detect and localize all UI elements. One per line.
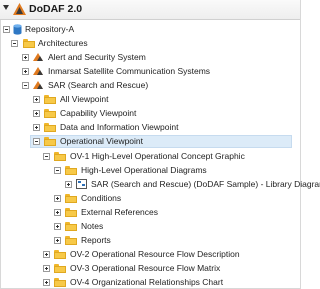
folder-icon [65, 208, 77, 217]
tree-node-inmarsat[interactable]: Inmarsat Satellite Communication Systems [0, 65, 300, 78]
folder-icon [65, 166, 77, 175]
tree-node-label: Operational Viewpoint [60, 136, 144, 146]
tree-node-label: OV-4 Organizational Relationships Chart [70, 277, 224, 287]
collapse-toggle-icon[interactable] [22, 82, 29, 89]
tree-node-label: Data and Information Viewpoint [60, 122, 179, 132]
folder-icon [54, 278, 66, 287]
collapse-arrow-icon[interactable] [3, 5, 9, 10]
expand-toggle-icon[interactable] [22, 68, 29, 75]
tree-node-label: OV-1 High-Level Operational Concept Grap… [70, 151, 245, 161]
tree-node-sar[interactable]: SAR (Search and Rescue) [0, 79, 300, 92]
folder-icon [44, 137, 56, 146]
tree-node-data-information-viewpoint[interactable]: Data and Information Viewpoint [0, 121, 300, 134]
tree-node-all-viewpoint[interactable]: All Viewpoint [0, 93, 300, 106]
folder-icon [54, 250, 66, 259]
folder-icon [44, 109, 56, 118]
panel-title: DoDAF 2.0 [29, 3, 83, 15]
tree-node-ov3[interactable]: OV-3 Operational Resource Flow Matrix [0, 262, 300, 275]
folder-icon [65, 236, 77, 245]
diagram-icon [76, 179, 87, 189]
tree-node-label: Notes [81, 221, 104, 231]
architecture-icon [33, 67, 43, 75]
tree-node-external-references[interactable]: External References [0, 206, 300, 219]
expand-toggle-icon[interactable] [54, 209, 61, 216]
panel-header[interactable]: DoDAF 2.0 [0, 0, 300, 20]
folder-icon [44, 95, 56, 104]
expand-toggle-icon[interactable] [22, 54, 29, 61]
tree-node-reports[interactable]: Reports [0, 234, 300, 247]
tree-node-label: High-Level Operational Diagrams [81, 165, 207, 175]
folder-icon [23, 39, 35, 48]
tree-node-label: SAR (Search and Rescue) [48, 80, 149, 90]
folder-icon [54, 152, 66, 161]
tree-node-high-level-operational-diagrams[interactable]: High-Level Operational Diagrams [0, 164, 300, 177]
tree-node-architectures[interactable]: Architectures [0, 37, 300, 50]
folder-icon [65, 222, 77, 231]
tree-node-ov2[interactable]: OV-2 Operational Resource Flow Descripti… [0, 248, 300, 261]
dodaf-logo-icon [13, 3, 26, 15]
expand-toggle-icon[interactable] [33, 124, 40, 131]
architecture-icon [33, 81, 43, 89]
tree-node-label: Reports [81, 235, 111, 245]
tree-node-label: OV-3 Operational Resource Flow Matrix [70, 263, 221, 273]
expand-toggle-icon[interactable] [43, 251, 50, 258]
database-icon [13, 24, 22, 35]
collapse-toggle-icon[interactable] [3, 26, 10, 33]
expand-toggle-icon[interactable] [54, 195, 61, 202]
tree-node-label: OV-2 Operational Resource Flow Descripti… [70, 249, 240, 259]
expand-toggle-icon[interactable] [65, 181, 72, 188]
collapse-toggle-icon[interactable] [43, 153, 50, 160]
tree-node-sar-library-diagram[interactable]: SAR (Search and Rescue) (DoDAF Sample) -… [0, 178, 320, 191]
tree-node-label: Architectures [38, 38, 88, 48]
expand-toggle-icon[interactable] [54, 223, 61, 230]
expand-toggle-icon[interactable] [33, 96, 40, 103]
tree-node-label: All Viewpoint [60, 94, 109, 104]
tree-node-label: Capability Viewpoint [60, 108, 137, 118]
expand-toggle-icon[interactable] [33, 110, 40, 117]
tree-node-ov1[interactable]: OV-1 High-Level Operational Concept Grap… [0, 150, 300, 163]
tree-node-capability-viewpoint[interactable]: Capability Viewpoint [0, 107, 300, 120]
architecture-icon [33, 53, 43, 61]
tree-node-label: Repository-A [25, 24, 75, 34]
collapse-toggle-icon[interactable] [11, 40, 18, 47]
tree-node-ov4[interactable]: OV-4 Organizational Relationships Chart [0, 276, 300, 289]
tree-node-alert-security-system[interactable]: Alert and Security System [0, 51, 300, 64]
collapse-toggle-icon[interactable] [33, 138, 40, 145]
tree-node-label: External References [81, 207, 159, 217]
expand-toggle-icon[interactable] [43, 279, 50, 286]
tree-node-label: SAR (Search and Rescue) (DoDAF Sample) -… [91, 179, 320, 189]
collapse-toggle-icon[interactable] [54, 167, 61, 174]
tree-node-notes[interactable]: Notes [0, 220, 300, 233]
tree-node-label: Conditions [81, 193, 122, 203]
folder-icon [44, 123, 56, 132]
folder-icon [65, 194, 77, 203]
tree-node-conditions[interactable]: Conditions [0, 192, 300, 205]
tree-node-label: Alert and Security System [48, 52, 146, 62]
expand-toggle-icon[interactable] [54, 237, 61, 244]
expand-toggle-icon[interactable] [43, 265, 50, 272]
tree-node-operational-viewpoint[interactable]: Operational Viewpoint [30, 135, 292, 148]
tree-node-repository[interactable]: Repository-A [0, 23, 300, 36]
tree-node-label: Inmarsat Satellite Communication Systems [48, 66, 211, 76]
folder-icon [54, 264, 66, 273]
